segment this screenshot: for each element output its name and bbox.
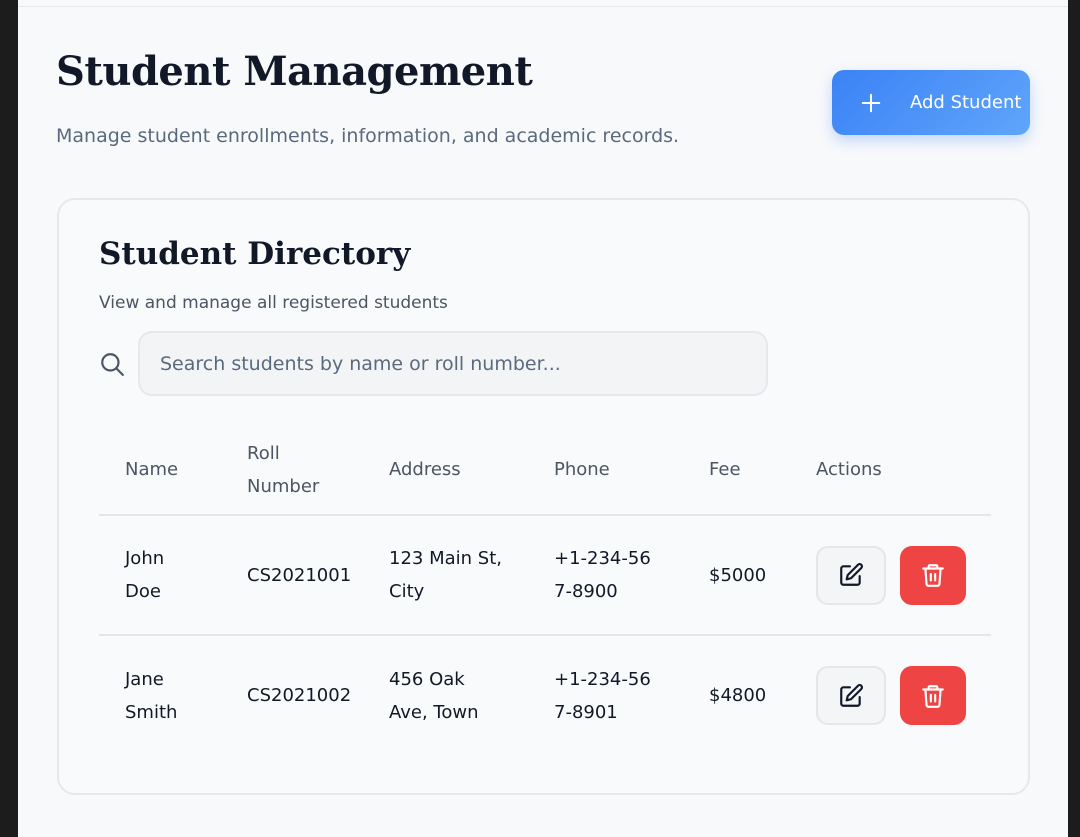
column-header-roll-number-label: Roll Number	[247, 442, 320, 497]
student-name: John Doe	[125, 548, 165, 602]
cell-actions	[790, 515, 991, 635]
cell-fee: $4800	[709, 685, 767, 706]
top-divider	[18, 6, 1068, 7]
cell-name: Jane Smith	[99, 635, 221, 755]
table-row: Jane Smith CS2021002 456 Oak Ave, Town +…	[99, 635, 991, 755]
page-title: Student Management	[56, 48, 533, 95]
column-header-phone[interactable]: Phone	[528, 425, 683, 515]
delete-button[interactable]	[900, 666, 966, 725]
edit-icon	[840, 683, 863, 707]
cell-phone: +1-234-567-8900	[528, 515, 683, 635]
cell-roll-number: CS2021002	[247, 685, 352, 706]
plus-icon	[861, 93, 881, 112]
row-actions	[816, 666, 991, 725]
cell-phone: +1-234-567-8901	[528, 635, 683, 755]
student-phone: +1-234-567-8900	[554, 548, 651, 602]
directory-subtitle: View and manage all registered students	[99, 293, 448, 313]
student-phone: +1-234-567-8901	[554, 668, 651, 723]
cell-roll-number: CS2021001	[247, 564, 352, 586]
add-student-button[interactable]: Add Student	[832, 70, 1030, 135]
edit-button[interactable]	[816, 666, 886, 725]
search-icon	[101, 353, 124, 376]
directory-title: Student Directory	[99, 236, 411, 272]
column-header-fee[interactable]: Fee	[683, 425, 790, 515]
add-student-label: Add Student	[910, 92, 1022, 113]
student-address: 123 Main St, City	[389, 548, 502, 602]
student-directory-card: Student Directory View and manage all re…	[57, 198, 1030, 795]
cell-address: 456 Oak Ave, Town	[363, 635, 528, 755]
cell-fee: $5000	[709, 564, 767, 586]
student-name: Jane Smith	[125, 668, 178, 723]
student-address: 456 Oak Ave, Town	[389, 668, 479, 723]
column-header-roll-number[interactable]: Roll Number	[221, 425, 363, 515]
search-input[interactable]	[138, 331, 768, 396]
table-header-row: Name Roll Number Address Phone Fee Actio…	[99, 425, 991, 515]
column-header-name[interactable]: Name	[99, 425, 221, 515]
trash-icon	[922, 564, 944, 587]
row-actions	[816, 545, 991, 605]
table-row: John Doe CS2021001 123 Main St, City +1-…	[99, 515, 991, 635]
edit-icon	[840, 563, 863, 586]
column-header-actions: Actions	[816, 459, 882, 480]
trash-icon	[922, 684, 944, 708]
cell-address: 123 Main St, City	[363, 515, 528, 635]
page: Student Management Manage student enroll…	[18, 0, 1068, 837]
students-table: Name Roll Number Address Phone Fee Actio…	[99, 425, 991, 755]
column-header-address[interactable]: Address	[363, 425, 528, 515]
page-subtitle: Manage student enrollments, information,…	[56, 125, 680, 147]
cell-actions	[790, 635, 991, 755]
cell-name: John Doe	[99, 515, 221, 635]
delete-button[interactable]	[900, 545, 966, 605]
edit-button[interactable]	[816, 545, 886, 605]
